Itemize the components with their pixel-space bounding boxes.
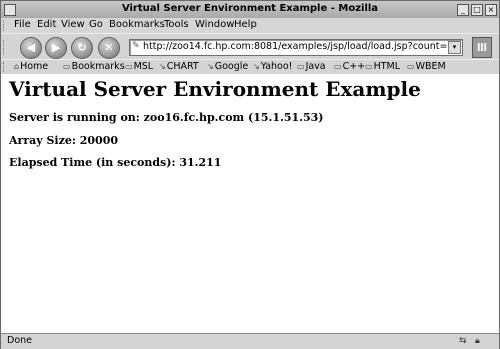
menu-tools[interactable]: Tools xyxy=(164,19,189,30)
reload-button[interactable]: ↻ xyxy=(71,37,93,59)
menu-bar: File Edit View Go Bookmarks Tools Window… xyxy=(1,18,499,33)
menu-window[interactable]: Window xyxy=(195,19,234,30)
url-dropdown-button[interactable]: ▾ xyxy=(448,41,461,54)
bookmark-msl-label: MSL xyxy=(133,61,154,72)
bookmark-bookmarks-label: Bookmarks xyxy=(71,61,125,72)
bookmark-java-label: Java xyxy=(305,61,326,72)
minimize-button[interactable]: _ xyxy=(457,4,469,16)
back-button[interactable]: ◀ xyxy=(20,37,42,59)
page-content: Virtual Server Environment Example Serve… xyxy=(1,74,499,333)
maximize-button[interactable]: □ xyxy=(471,4,483,16)
window-title: Virtual Server Environment Example - Moz… xyxy=(121,3,379,14)
menu-help[interactable]: Help xyxy=(234,19,257,30)
close-button[interactable]: × xyxy=(485,4,497,16)
bookmark-wbem-label: WBEM xyxy=(415,61,446,72)
bookmark-chart-label: CHART xyxy=(166,61,199,72)
bookmark-yahoo[interactable]: ↘Yahoo! xyxy=(253,61,292,72)
forward-button[interactable]: ▶ xyxy=(45,37,67,59)
link-icon: ↘ xyxy=(207,62,214,71)
personal-toolbar: ⌂Home ▭Bookmarks ▭MSL ↘CHART ↘Google ↘Ya… xyxy=(1,59,499,75)
folder-icon: ▭ xyxy=(407,62,415,71)
mozilla-logo-icon: Ⅲ xyxy=(476,41,488,54)
folder-icon: ▭ xyxy=(125,62,133,71)
link-icon: ↘ xyxy=(159,62,166,71)
bookmark-yahoo-label: Yahoo! xyxy=(260,61,293,72)
bookmark-cpp-label: C++ xyxy=(342,61,366,72)
server-info-text: Server is running on: zoo16.fc.hp.com (1… xyxy=(9,111,324,124)
navigation-toolbar: ◀ ▶ ↻ ✕ ✎ http://zoo14.fc.hp.com:8081/ex… xyxy=(1,33,499,60)
bookmark-google[interactable]: ↘Google xyxy=(207,61,248,72)
menubar-grip[interactable] xyxy=(3,20,7,31)
url-text[interactable]: http://zoo14.fc.hp.com:8081/examples/jsp… xyxy=(143,41,448,52)
folder-icon: ▭ xyxy=(365,62,373,71)
bookmark-cpp[interactable]: ▭C++ xyxy=(334,61,365,72)
throbber-logo[interactable]: Ⅲ xyxy=(472,37,492,58)
bookmark-chart[interactable]: ↘CHART xyxy=(159,61,199,72)
array-size-text: Array Size: 20000 xyxy=(9,134,119,147)
title-bar: Virtual Server Environment Example - Moz… xyxy=(1,1,499,19)
folder-icon: ▭ xyxy=(297,62,305,71)
page-icon: ✎ xyxy=(132,41,140,51)
menu-go[interactable]: Go xyxy=(89,19,103,30)
navbar-grip[interactable] xyxy=(3,40,7,55)
browser-window: Virtual Server Environment Example - Moz… xyxy=(0,0,500,349)
link-icon: ↘ xyxy=(253,62,260,71)
bookmark-bookmarks[interactable]: ▭Bookmarks xyxy=(63,61,125,72)
back-icon: ◀ xyxy=(26,41,36,54)
personal-toolbar-grip[interactable] xyxy=(3,62,7,72)
reload-icon: ↻ xyxy=(77,41,87,54)
menu-view[interactable]: View xyxy=(61,19,85,30)
bookmark-home-label: Home xyxy=(20,61,49,72)
elapsed-time-text: Elapsed Time (in seconds): 31.211 xyxy=(9,156,222,169)
status-text: Done xyxy=(7,335,32,346)
home-icon: ⌂ xyxy=(14,62,20,71)
bookmark-msl[interactable]: ▭MSL xyxy=(125,61,153,72)
menu-edit[interactable]: Edit xyxy=(37,19,56,30)
bookmark-wbem[interactable]: ▭WBEM xyxy=(407,61,446,72)
forward-icon: ▶ xyxy=(51,41,61,54)
bookmark-html[interactable]: ▭HTML xyxy=(365,61,400,72)
stop-icon: ✕ xyxy=(104,41,114,54)
security-lock-icon[interactable]: 🔒︎ xyxy=(475,336,480,346)
folder-icon: ▭ xyxy=(63,62,71,71)
folder-icon: ▭ xyxy=(334,62,342,71)
bookmark-java[interactable]: ▭Java xyxy=(297,61,326,72)
menu-file[interactable]: File xyxy=(14,19,31,30)
page-heading: Virtual Server Environment Example xyxy=(9,77,421,101)
bookmark-google-label: Google xyxy=(214,61,249,72)
status-bar: Done ⇆ 🔒︎ xyxy=(1,333,499,349)
bookmark-home[interactable]: ⌂Home xyxy=(14,61,48,72)
stop-button[interactable]: ✕ xyxy=(98,37,120,59)
connection-icon: ⇆ xyxy=(459,336,467,346)
menu-bookmarks[interactable]: Bookmarks xyxy=(109,19,165,30)
bookmark-html-label: HTML xyxy=(373,61,400,72)
url-bar[interactable]: ✎ http://zoo14.fc.hp.com:8081/examples/j… xyxy=(129,39,463,56)
